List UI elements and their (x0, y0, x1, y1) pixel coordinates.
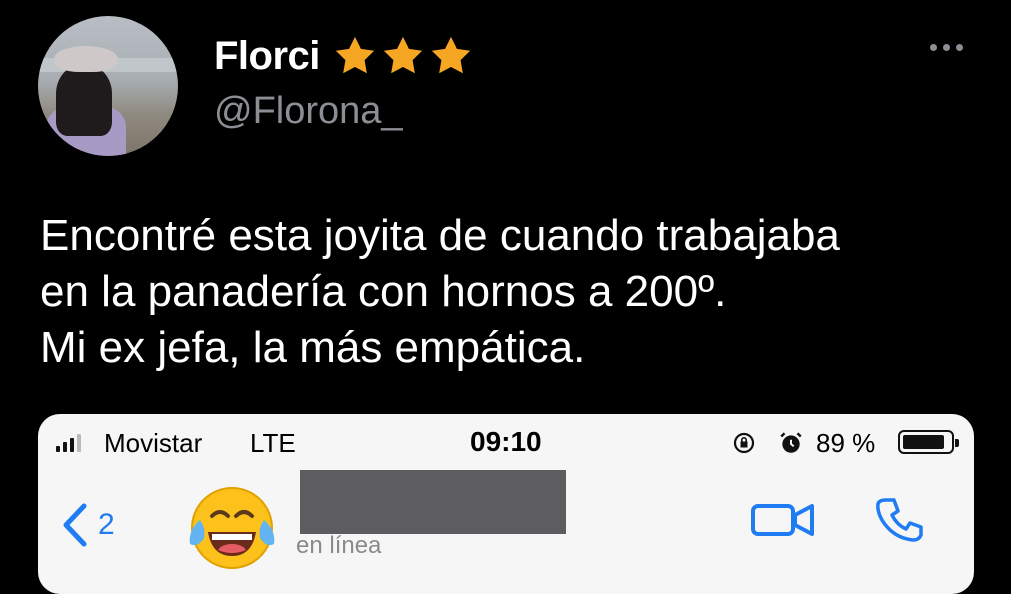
attached-screenshot[interactable]: Movistar LTE 09:10 89 % 2 en línea (38, 414, 974, 594)
tweet-text: Encontré esta joyita de cuando trabajaba… (40, 208, 1000, 376)
star-icon (383, 36, 423, 74)
network-type: LTE (250, 428, 296, 458)
author-stars (332, 33, 474, 79)
face-with-tears-of-joy-emoji[interactable] (184, 480, 280, 576)
tweet-text-line: Mi ex jefa, la más empática. (40, 323, 586, 372)
battery-percent: 89 % (816, 428, 876, 458)
video-call-icon[interactable] (750, 500, 816, 540)
avatar-figure-hair (56, 66, 112, 136)
battery-icon (898, 430, 959, 454)
phone-status-bar: Movistar LTE 09:10 89 % (38, 414, 974, 470)
signal-icon (56, 434, 81, 452)
unread-count: 2 (98, 508, 115, 541)
author-name-row: Florci (214, 30, 474, 82)
tweet-text-line: en la panadería con hornos a 200º. (40, 267, 727, 316)
chat-header: 2 en línea (38, 470, 974, 594)
rotation-lock-icon (733, 432, 755, 454)
author-name[interactable]: Florci (214, 34, 320, 79)
presence-status: en línea (296, 532, 382, 559)
alarm-icon (780, 432, 802, 453)
phone-call-icon[interactable] (874, 494, 926, 546)
star-icon (431, 36, 471, 74)
battery-fill (903, 435, 944, 449)
status-time: 09:10 (470, 426, 542, 457)
ellipsis-icon[interactable] (930, 44, 963, 51)
star-icon (335, 36, 375, 74)
back-button[interactable]: 2 (60, 502, 115, 548)
contact-name-redacted (300, 470, 566, 534)
author-avatar[interactable] (38, 16, 178, 156)
carrier-name: Movistar (104, 428, 203, 458)
chevron-left-icon (63, 503, 87, 547)
avatar-figure-hat (54, 46, 118, 72)
tweet-text-line: Encontré esta joyita de cuando trabajaba (40, 211, 840, 260)
author-handle[interactable]: @Florona_ (214, 90, 403, 133)
